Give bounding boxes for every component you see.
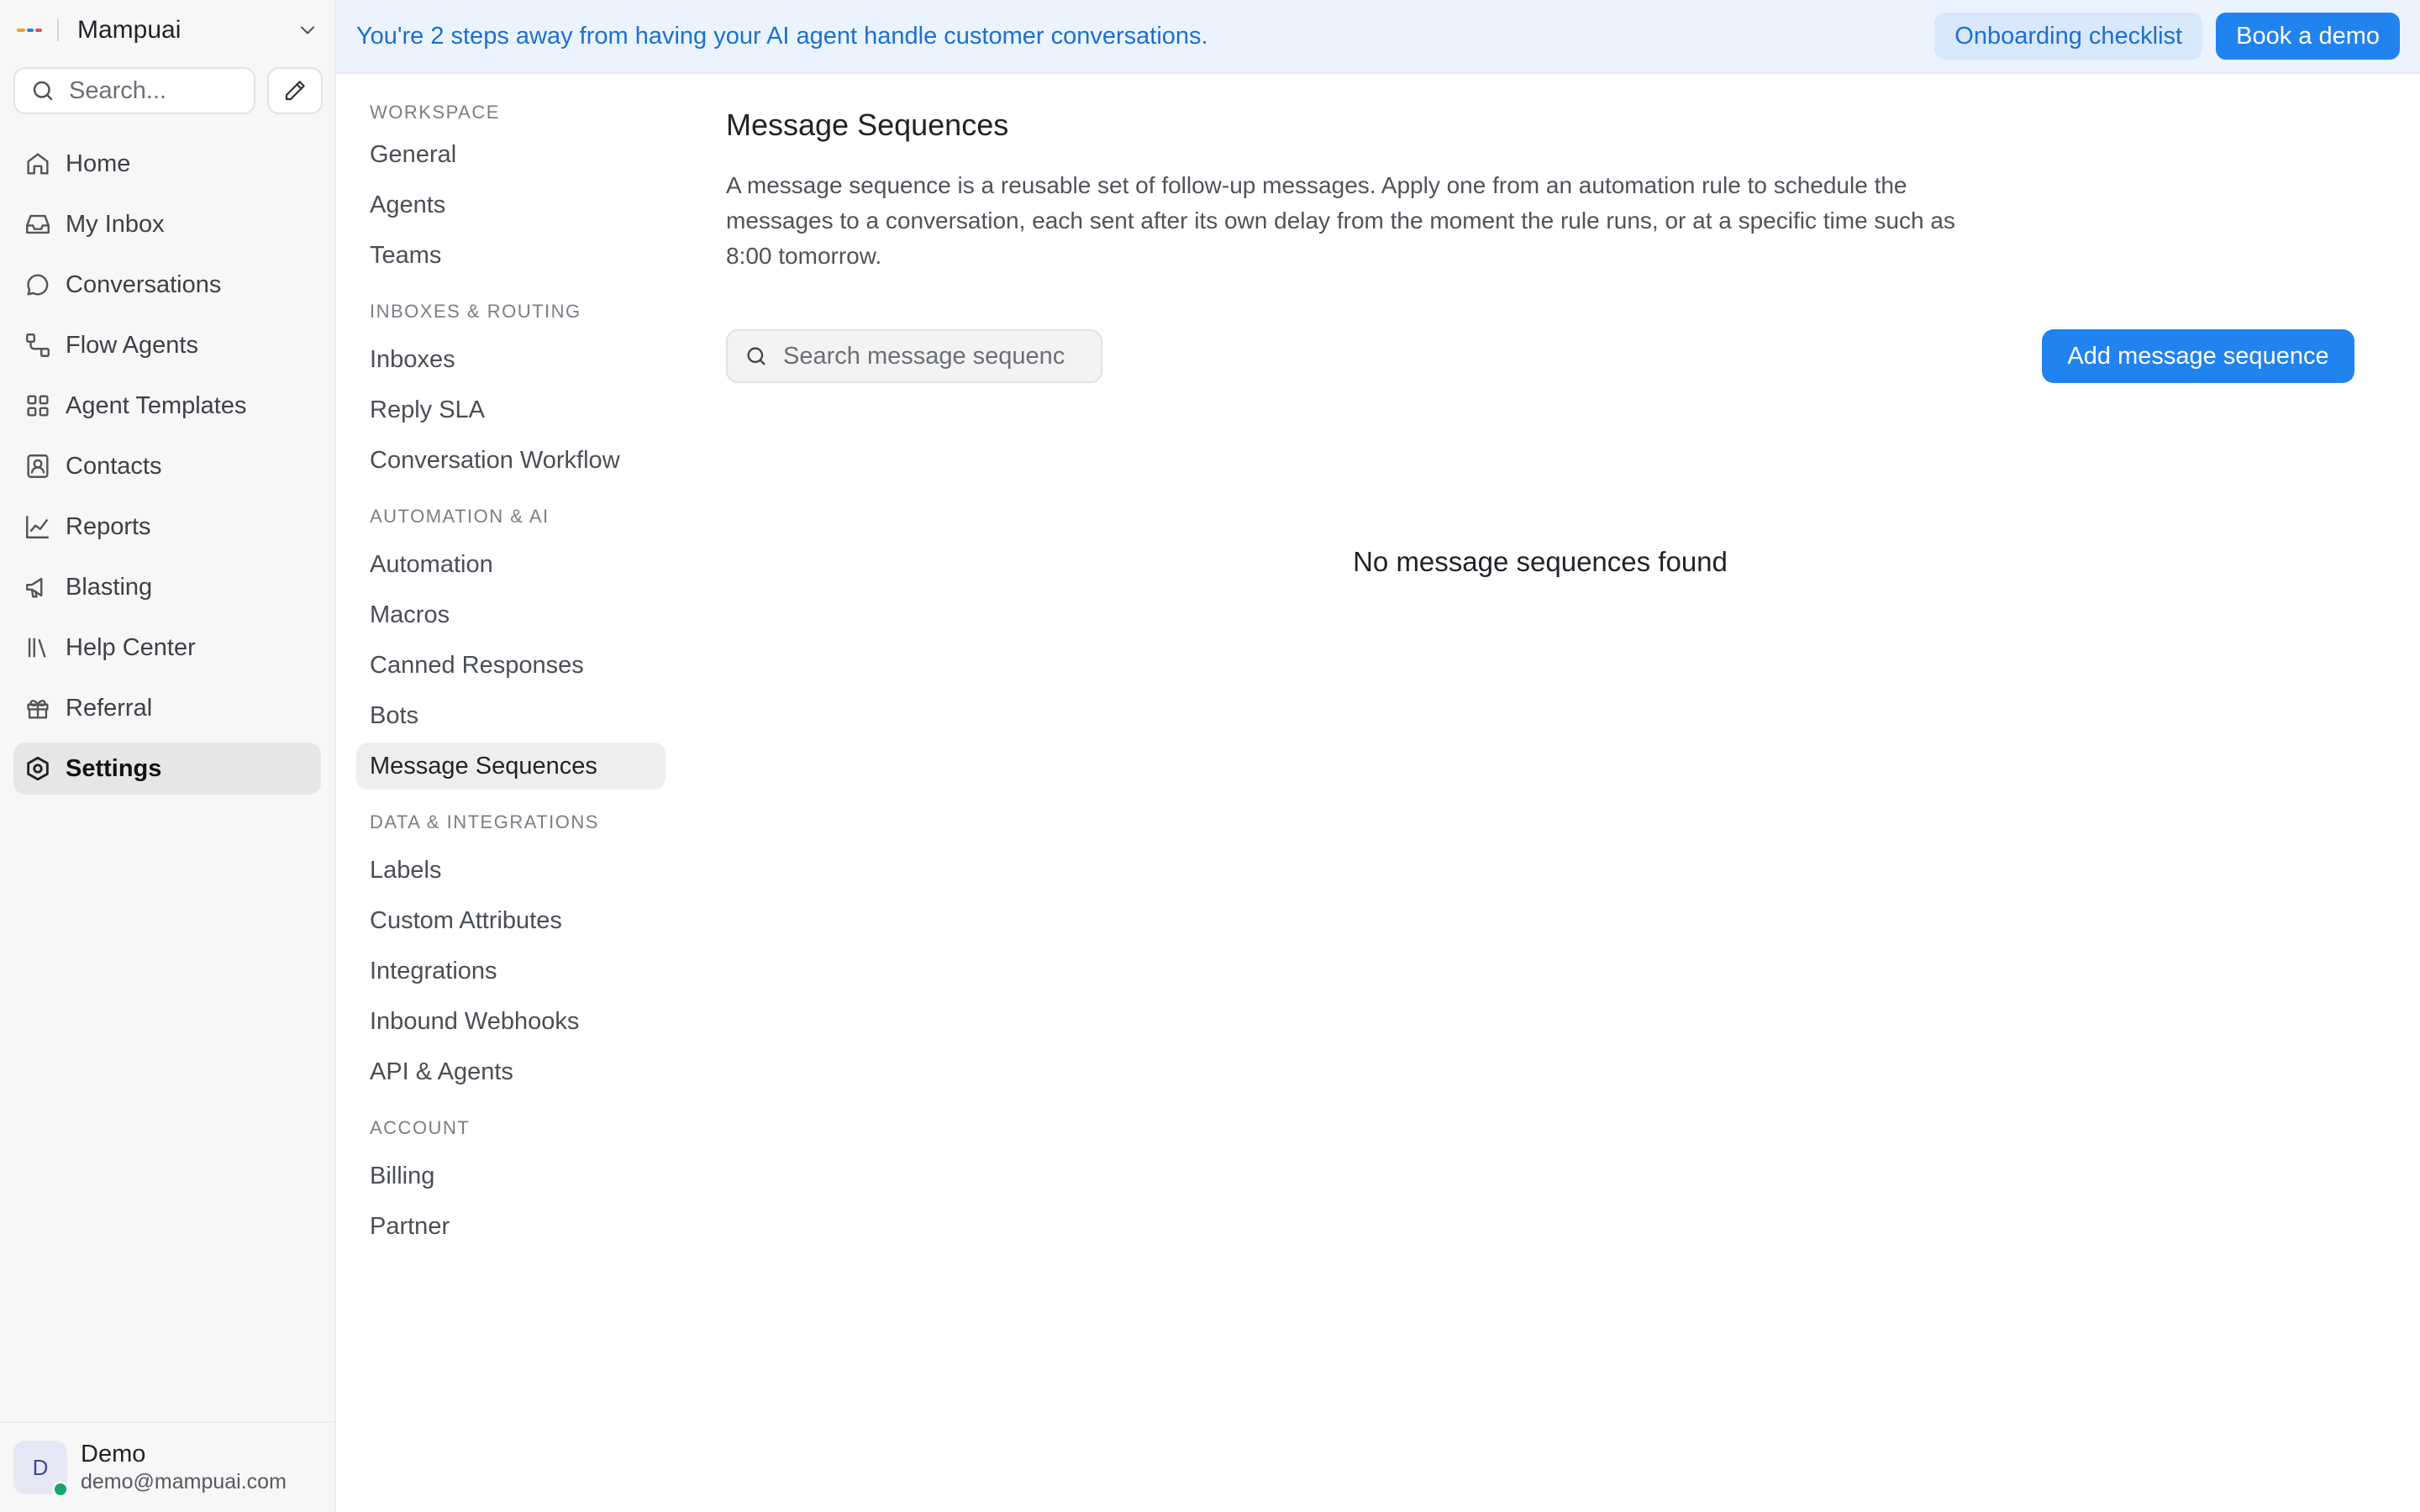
flow-icon bbox=[26, 333, 50, 357]
settings-item-integrations[interactable]: Integrations bbox=[356, 948, 666, 995]
empty-state-text: No message sequences found bbox=[1353, 546, 1728, 577]
settings-item-canned-responses[interactable]: Canned Responses bbox=[356, 642, 666, 689]
settings-group-title: INBOXES & ROUTING bbox=[370, 301, 581, 322]
nav-item-label: Conversations bbox=[66, 270, 222, 298]
gift-icon bbox=[27, 700, 49, 719]
nav-item-my-inbox[interactable]: My Inbox bbox=[13, 198, 321, 250]
settings-item-message-sequences[interactable]: Message Sequences bbox=[356, 743, 666, 790]
add-message-sequence-button[interactable]: Add message sequence bbox=[2042, 329, 2354, 383]
settings-item-partner[interactable]: Partner bbox=[356, 1203, 666, 1250]
app-sidebar: Mampuai Home My Inbox Conversations Flow… bbox=[0, 0, 336, 1512]
page-description: A message sequence is a reusable set of … bbox=[726, 172, 1955, 269]
nav-item-referral[interactable]: Referral bbox=[13, 682, 321, 734]
nav-item-blasting[interactable]: Blasting bbox=[13, 561, 321, 613]
nav-item-label: My Inbox bbox=[66, 210, 165, 238]
settings-item-custom-attributes[interactable]: Custom Attributes bbox=[356, 897, 666, 944]
megaphone-icon bbox=[26, 577, 43, 598]
settings-item-bots[interactable]: Bots bbox=[356, 692, 666, 739]
user-profile[interactable]: D Demo demo@mampuai.com bbox=[0, 1421, 336, 1512]
nav-item-help-center[interactable]: Help Center bbox=[13, 622, 321, 674]
settings-item-macros[interactable]: Macros bbox=[356, 591, 666, 638]
user-email: demo@mampuai.com bbox=[81, 1470, 287, 1494]
settings-item-automation[interactable]: Automation bbox=[356, 541, 666, 588]
settings-item-agents[interactable]: Agents bbox=[356, 181, 666, 228]
nav-item-label: Home bbox=[66, 150, 131, 177]
nav-item-conversations[interactable]: Conversations bbox=[13, 259, 321, 311]
page-title: Message Sequences bbox=[726, 108, 1009, 142]
user-info: Demo demo@mampuai.com bbox=[81, 1441, 287, 1494]
banner-text: You're 2 steps away from having your AI … bbox=[356, 22, 1208, 50]
grid-icon bbox=[27, 395, 49, 417]
home-icon bbox=[27, 153, 49, 175]
nav-item-label: Referral bbox=[66, 694, 153, 722]
settings-item-inboxes[interactable]: Inboxes bbox=[356, 336, 666, 383]
book-demo-button[interactable]: Book a demo bbox=[2216, 13, 2400, 60]
settings-icon bbox=[27, 756, 49, 781]
settings-nav: WORKSPACE General Agents Teams INBOXES &… bbox=[356, 97, 666, 1253]
nav-item-label: Settings bbox=[66, 754, 162, 782]
settings-group-title: ACCOUNT bbox=[370, 1117, 471, 1138]
sequence-search[interactable] bbox=[726, 329, 1102, 383]
nav-item-label: Help Center bbox=[66, 633, 196, 661]
nav-item-reports[interactable]: Reports bbox=[13, 501, 321, 553]
settings-group-title: DATA & INTEGRATIONS bbox=[370, 811, 599, 832]
main-nav: Home My Inbox Conversations Flow Agents … bbox=[13, 138, 321, 803]
avatar-initial: D bbox=[32, 1454, 49, 1480]
pencil-icon bbox=[285, 81, 305, 101]
online-status-dot bbox=[52, 1481, 69, 1498]
onboarding-checklist-button[interactable]: Onboarding checklist bbox=[1934, 13, 2203, 60]
settings-item-teams[interactable]: Teams bbox=[356, 232, 666, 279]
nav-item-contacts[interactable]: Contacts bbox=[13, 440, 321, 492]
user-name: Demo bbox=[81, 1441, 146, 1467]
sidebar-search[interactable] bbox=[13, 67, 255, 114]
brand-logo bbox=[17, 28, 42, 33]
sidebar-search-input[interactable] bbox=[67, 76, 235, 106]
settings-item-inbound-webhooks[interactable]: Inbound Webhooks bbox=[356, 998, 666, 1045]
contact-card-icon bbox=[27, 454, 49, 478]
library-icon bbox=[28, 638, 46, 658]
search-icon bbox=[33, 81, 53, 101]
settings-group-title: WORKSPACE bbox=[370, 102, 500, 123]
sidebar-search-row bbox=[13, 67, 323, 114]
search-icon bbox=[747, 347, 765, 365]
settings-item-api-agents[interactable]: API & Agents bbox=[356, 1048, 666, 1095]
inbox-icon bbox=[26, 214, 50, 234]
settings-group-title: AUTOMATION & AI bbox=[370, 506, 550, 527]
nav-item-label: Flow Agents bbox=[66, 331, 198, 359]
settings-item-conversation-workflow[interactable]: Conversation Workflow bbox=[356, 437, 666, 484]
nav-item-label: Contacts bbox=[66, 452, 162, 480]
nav-item-flow-agents[interactable]: Flow Agents bbox=[13, 319, 321, 371]
nav-item-home[interactable]: Home bbox=[13, 138, 321, 190]
nav-item-label: Blasting bbox=[66, 573, 153, 601]
compose-button[interactable] bbox=[267, 67, 323, 114]
line-chart-icon bbox=[26, 516, 49, 538]
chevron-down-icon bbox=[300, 26, 315, 34]
nav-item-settings[interactable]: Settings bbox=[13, 743, 321, 795]
onboarding-banner: You're 2 steps away from having your AI … bbox=[336, 0, 2420, 74]
nav-item-label: Agent Templates bbox=[66, 391, 247, 419]
chat-bubble-icon bbox=[27, 274, 49, 296]
workspace-switcher[interactable]: Mampuai bbox=[17, 12, 319, 49]
brand-divider bbox=[57, 19, 59, 41]
sequence-search-input[interactable] bbox=[781, 341, 1067, 371]
avatar: D bbox=[13, 1441, 69, 1498]
nav-item-label: Reports bbox=[66, 512, 151, 540]
workspace-name: Mampuai bbox=[77, 16, 182, 44]
settings-item-reply-sla[interactable]: Reply SLA bbox=[356, 386, 666, 433]
nav-item-agent-templates[interactable]: Agent Templates bbox=[13, 380, 321, 432]
settings-item-general[interactable]: General bbox=[356, 131, 666, 178]
settings-item-labels[interactable]: Labels bbox=[356, 847, 666, 894]
settings-item-billing[interactable]: Billing bbox=[356, 1152, 666, 1200]
